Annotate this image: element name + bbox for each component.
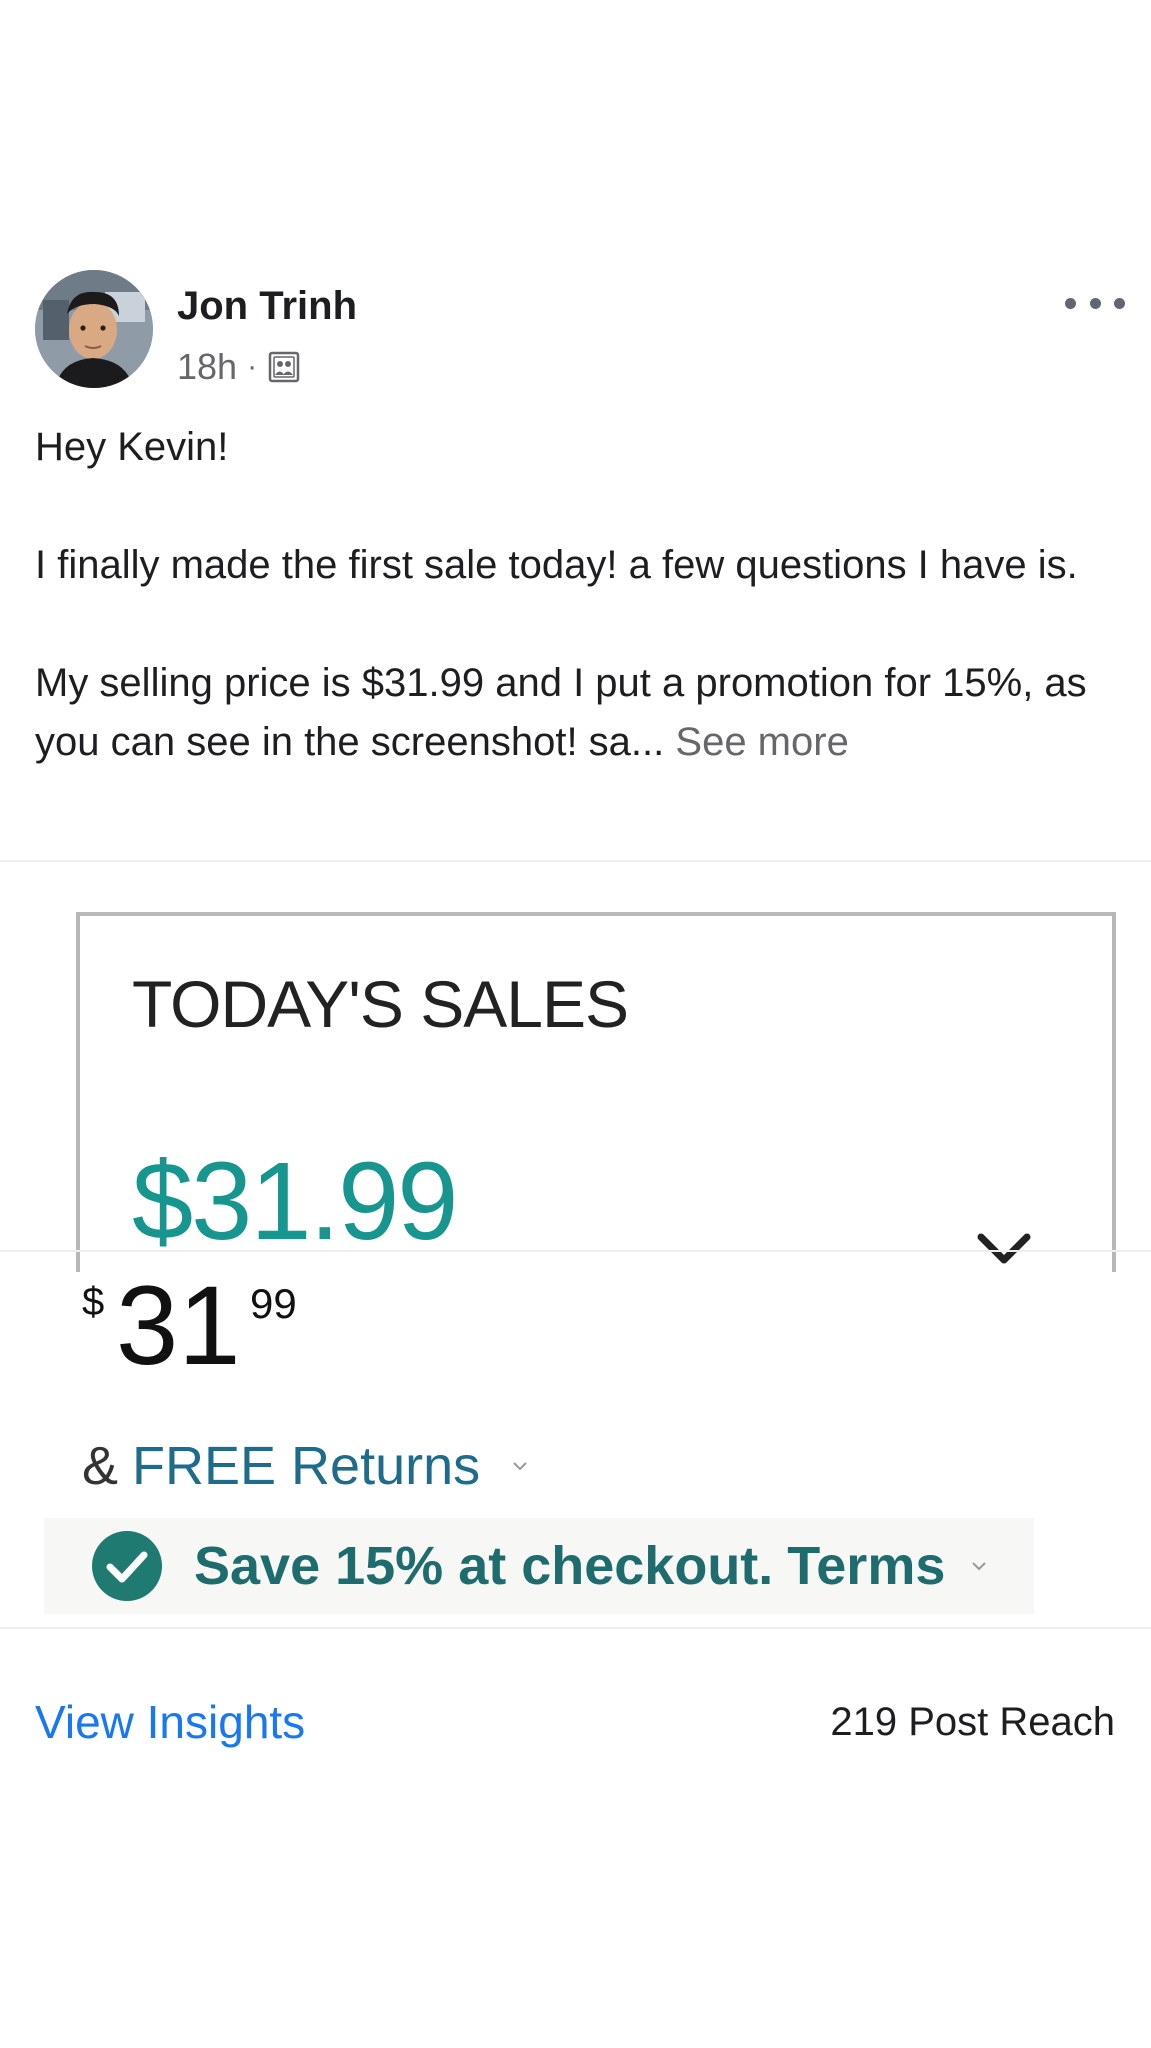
post-time[interactable]: 18h [177,346,237,388]
price-currency: $ [82,1280,105,1324]
post-reach-count: 219 Post Reach [830,1700,1115,1744]
dot-icon [1114,297,1125,309]
sales-value: $31.99 [132,1140,458,1263]
divider [0,1627,1151,1629]
free-returns-link: FREE Returns [132,1436,481,1496]
terms-link: Terms [787,1536,946,1596]
post-paragraph: I finally made the first sale today! a f… [35,543,1078,587]
savings-text: Save 15% at checkout. [194,1536,774,1596]
todays-sales-card: TODAY'S SALES $31.99 [76,912,1116,1272]
view-insights-link[interactable]: View Insights [35,1695,305,1749]
checkmark-circle-icon [92,1531,162,1601]
price-whole: 31 [116,1263,241,1388]
post-meta: 18h · [177,346,301,388]
post-header: Jon Trinh 18h · [35,270,1125,390]
post-paragraph-text: My selling price is $31.99 and I put a p… [35,661,1087,764]
group-audience-icon[interactable] [267,350,301,384]
price-fraction: 99 [250,1280,297,1327]
meta-separator: · [247,350,258,383]
chevron-down-icon [977,1233,1031,1264]
avatar[interactable] [35,270,153,388]
returns-prefix: & [82,1436,119,1496]
more-options-button[interactable] [1065,288,1125,318]
see-more-link[interactable]: See more [675,720,848,764]
dot-icon [1065,297,1076,309]
image-divider [0,1250,1151,1252]
post-greeting: Hey Kevin! [35,425,229,469]
savings-badge: Save 15% at checkout. Terms [44,1518,1034,1614]
sales-title: TODAY'S SALES [132,967,629,1041]
free-returns-line: & FREE Returns [82,1435,528,1497]
dot-icon [1089,297,1101,309]
post-body: Hey Kevin! I finally made the first sale… [35,418,1125,772]
chevron-down-icon [972,1562,987,1571]
post-paragraph-truncated: My selling price is $31.99 and I put a p… [35,654,1125,772]
post-attachment-image[interactable]: TODAY'S SALES $31.99 $ 31 99 & FREE Retu… [0,862,1151,1627]
post-page: Jon Trinh 18h · Hey Kevin! I finally mad… [0,0,1151,2048]
chevron-down-icon [513,1462,527,1471]
author-name[interactable]: Jon Trinh [177,284,357,329]
